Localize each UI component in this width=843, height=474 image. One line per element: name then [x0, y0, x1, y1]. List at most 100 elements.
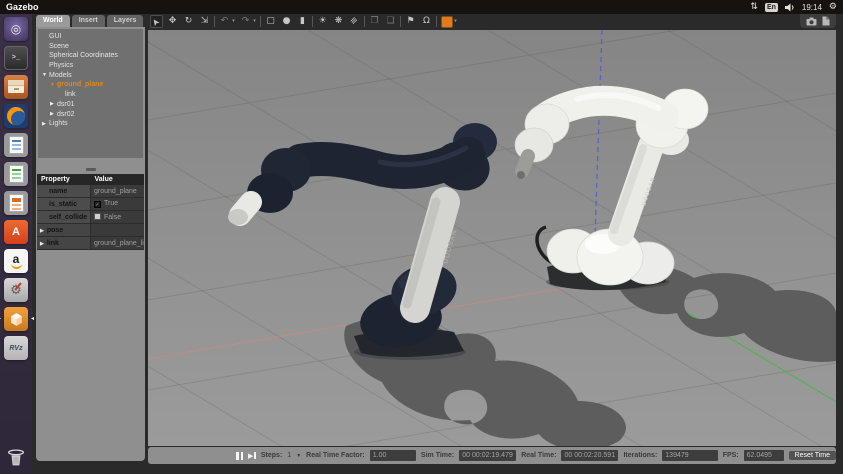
steps-value[interactable]: 1	[287, 452, 291, 459]
tree-item-scene[interactable]: Scene	[38, 42, 143, 52]
tree-item-link[interactable]: link	[38, 90, 143, 100]
point-light-tool-icon[interactable]: ☀	[316, 15, 329, 28]
tree-item-ground_plane[interactable]: ▼ ground_plane	[38, 80, 143, 90]
cylinder-tool-glyph: ▮	[300, 16, 305, 26]
value-column-header: Value	[90, 174, 144, 185]
tree-item-label: GUI	[49, 33, 62, 40]
toolbar-separator	[400, 16, 401, 27]
tree-item-label: link	[65, 91, 76, 99]
gazebo-toolbar: ➤ ✥ ↻ ⇲ ↶ ▾ ↷ ▾ ▢ ● ▮ ☀ ❋ ≡ ❐ ❏ ⚑ Ω ▾	[150, 14, 458, 29]
tree-item-spherical-coordinates[interactable]: Spherical Coordinates	[38, 51, 143, 61]
directional-light-tool-glyph: ≡	[347, 14, 361, 28]
reset-time-button[interactable]: Reset Time	[788, 451, 836, 460]
scale-tool-icon[interactable]: ⇲	[198, 15, 211, 28]
cylinder-tool-icon[interactable]: ▮	[296, 15, 309, 28]
screenshot-icon[interactable]	[806, 17, 817, 26]
launcher-impress-icon[interactable]	[4, 191, 28, 215]
session-gear-icon[interactable]: ⚙	[829, 2, 837, 12]
checkbox-self_collide-unchecked[interactable]	[94, 213, 101, 220]
clock[interactable]: 19:14	[802, 3, 822, 12]
joint-tool-icon[interactable]	[440, 15, 453, 28]
select-tool-icon[interactable]: ➤	[150, 15, 163, 28]
panel-splitter-handle[interactable]	[85, 168, 96, 171]
tree-expander-down-icon[interactable]: ▼	[50, 81, 57, 91]
tab-world[interactable]: World	[36, 15, 70, 27]
launcher-writer-icon[interactable]	[4, 133, 28, 157]
real-time-label: Real Time:	[521, 452, 557, 459]
property-row-self_collide[interactable]: self_collide False	[37, 210, 144, 224]
launcher-settings-icon[interactable]: ⚙	[4, 278, 28, 302]
world-panel: GUI Scene Spherical Coordinates Physics ▼ Mod…	[36, 27, 145, 461]
pause-button[interactable]	[236, 451, 243, 460]
render-viewport[interactable]: DOOSAN DOOSAN	[148, 30, 836, 446]
property-expander-icon[interactable]: ▶	[40, 228, 44, 234]
tree-expander-right-icon[interactable]: ▶	[42, 120, 49, 130]
launcher-terminal-icon[interactable]: >_	[4, 46, 28, 70]
volume-icon[interactable]	[784, 3, 795, 12]
launcher-software-icon[interactable]: A	[4, 220, 28, 244]
launcher-calc-icon[interactable]	[4, 162, 28, 186]
3d-scene[interactable]: DOOSAN DOOSAN	[148, 30, 836, 446]
tree-item-models[interactable]: ▼ Models	[38, 71, 143, 81]
undo-caret[interactable]: ▾	[231, 15, 236, 28]
ubuntu-top-panel: Gazebo ⇅ En 19:14 ⚙	[0, 0, 843, 14]
redo-button-icon[interactable]: ↷	[239, 15, 252, 28]
translate-tool-icon[interactable]: ✥	[166, 15, 179, 28]
align-tool-icon[interactable]: ⚑	[404, 15, 417, 28]
tree-item-gui[interactable]: GUI	[38, 32, 143, 42]
property-expander-icon[interactable]: ▶	[40, 241, 44, 247]
tree-item-physics[interactable]: Physics	[38, 61, 143, 71]
steps-dropdown-caret[interactable]: ▼	[296, 453, 301, 459]
keyboard-layout-indicator[interactable]: En	[764, 2, 778, 12]
launcher-dash-icon[interactable]: ◎	[4, 17, 28, 41]
scale-tool-glyph: ⇲	[200, 16, 209, 26]
redo-caret[interactable]: ▾	[252, 15, 257, 28]
tab-layers[interactable]: Layers	[106, 15, 144, 27]
copy-button-icon[interactable]: ❐	[368, 15, 381, 28]
launcher-rviz-icon[interactable]: RVz	[4, 336, 28, 360]
tree-item-label: Physics	[49, 62, 74, 70]
property-label: pose	[46, 226, 64, 234]
real-time-value: 00 00:02:20.591	[561, 450, 619, 461]
spot-light-tool-icon[interactable]: ❋	[332, 15, 345, 28]
network-indicator-icon[interactable]: ⇅	[750, 2, 758, 12]
toolbar-separator	[312, 16, 313, 27]
launcher-firefox-icon[interactable]	[4, 104, 28, 128]
property-label: link	[46, 239, 59, 247]
tree-expander-right-icon[interactable]: ▶	[50, 100, 57, 110]
point-light-tool-glyph: ☀	[318, 16, 327, 26]
launcher-trash-icon[interactable]	[4, 446, 28, 470]
toolbar-separator	[436, 16, 437, 27]
tree-item-label: Scene	[49, 42, 69, 50]
property-row-is_static[interactable]: is_static ✓ True	[37, 197, 144, 211]
tree-item-label: Spherical Coordinates	[49, 52, 118, 60]
joint-tool-swatch	[440, 15, 453, 28]
joint-caret[interactable]: ▾	[453, 15, 458, 28]
property-row-pose[interactable]: ▶ pose	[37, 223, 144, 237]
simulation-status-bar: ▶ Steps: 1 ▼ Real Time Factor: 1.00 Sim …	[148, 447, 836, 464]
log-record-icon[interactable]	[822, 16, 830, 26]
paste-button-icon[interactable]: ❏	[384, 15, 397, 28]
launcher-amazon-icon[interactable]: a	[4, 249, 28, 273]
launcher-gazebo-icon[interactable]	[0, 307, 34, 331]
snap-tool-icon[interactable]: Ω	[420, 15, 433, 28]
step-button[interactable]: ▶	[248, 452, 256, 460]
tree-item-lights[interactable]: ▶ Lights	[38, 119, 143, 129]
property-row-link[interactable]: ▶link ground_plane_link	[37, 236, 144, 250]
rotate-tool-icon[interactable]: ↻	[182, 15, 195, 28]
box-tool-icon[interactable]: ▢	[264, 15, 277, 28]
property-row-name[interactable]: name ground_plane	[37, 185, 144, 198]
tree-item-dsr02[interactable]: ▶ dsr02	[38, 110, 143, 120]
property-table: Property Value name ground_plane is_static…	[37, 174, 144, 250]
tree-item-label: dsr02	[57, 110, 75, 118]
launcher-files-icon[interactable]	[4, 75, 28, 99]
undo-button-icon[interactable]: ↶	[218, 15, 231, 28]
property-value: True	[104, 200, 119, 207]
tab-insert[interactable]: Insert	[71, 15, 105, 27]
checkbox-is_static-checked[interactable]: ✓	[94, 201, 101, 208]
sphere-tool-icon[interactable]: ●	[280, 15, 293, 28]
spot-light-tool-glyph: ❋	[334, 16, 343, 26]
tree-expander-down-icon[interactable]: ▼	[42, 71, 49, 81]
directional-light-tool-icon[interactable]: ≡	[348, 15, 361, 28]
tree-item-dsr01[interactable]: ▶ dsr01	[38, 100, 143, 110]
